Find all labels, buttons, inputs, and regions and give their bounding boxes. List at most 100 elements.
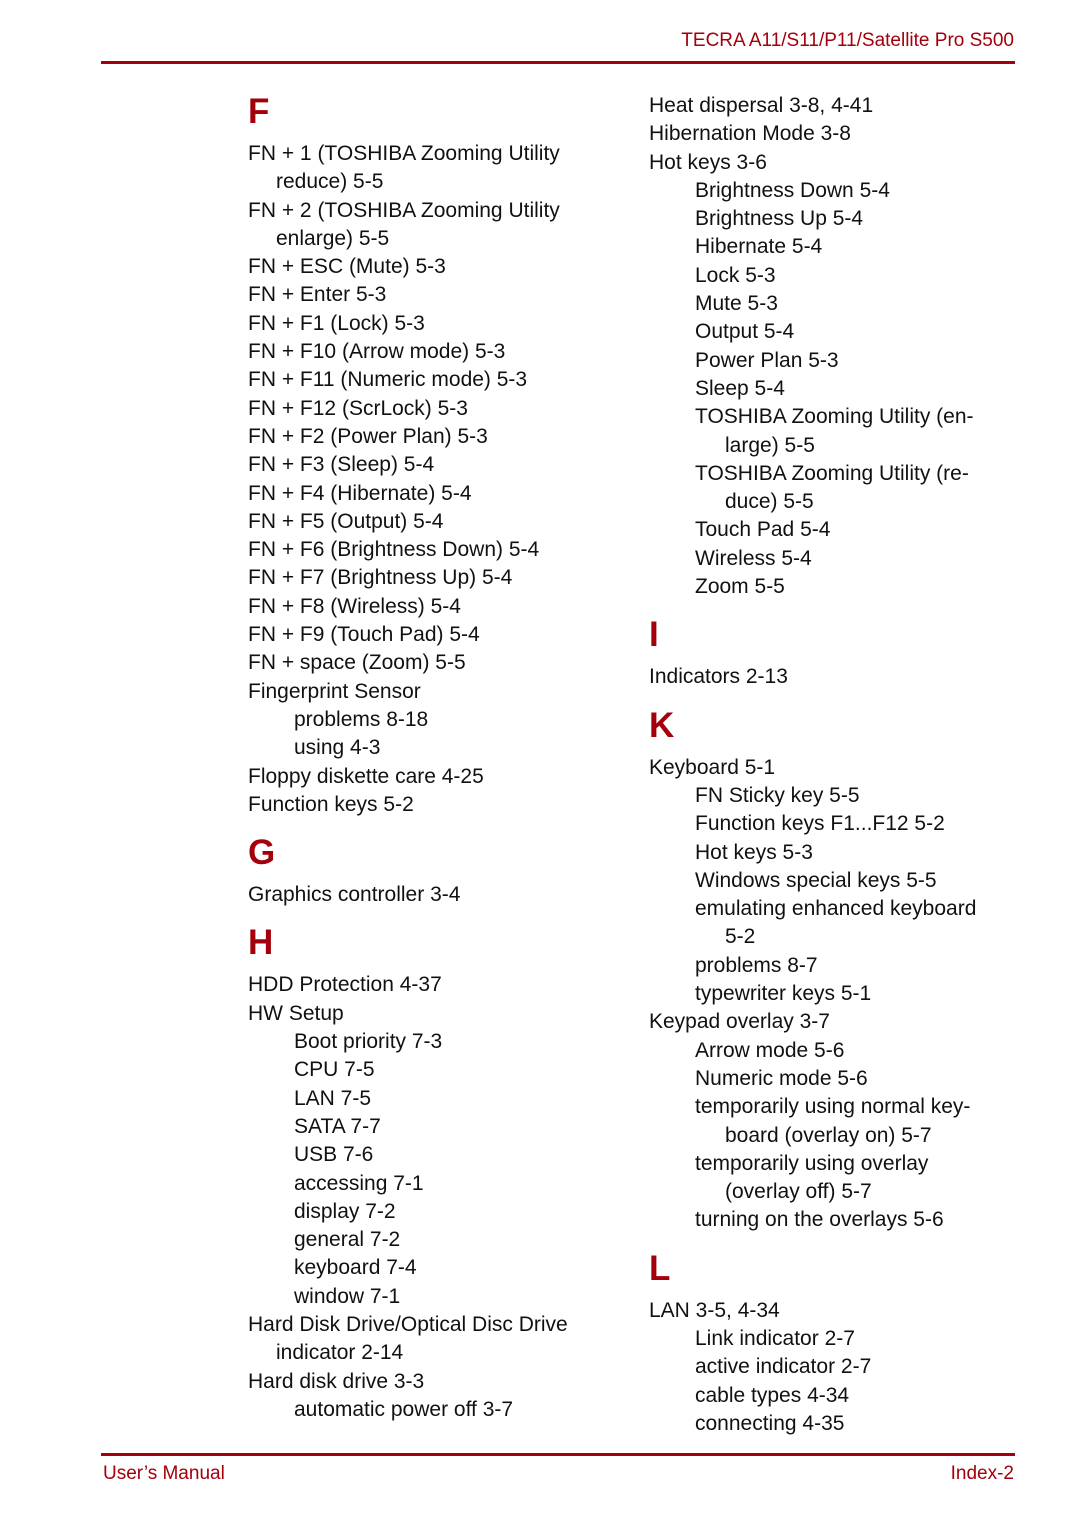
index-subentry: TOSHIBA Zooming Utility (re- xyxy=(695,461,969,485)
index-subentry: Hibernate 5-4 xyxy=(695,235,823,259)
page-number: Index-2 xyxy=(950,1463,1014,1484)
letter-spacer xyxy=(649,655,1029,663)
index-subentry: FN Sticky key 5-5 xyxy=(695,783,860,807)
index-subentry: window 7-1 xyxy=(294,1284,401,1308)
index-subentry: typewriter keys 5-1 xyxy=(695,982,872,1006)
index-entry: FN + F5 (Output) 5-4 xyxy=(248,509,444,533)
index-subentry: Wireless 5-4 xyxy=(695,546,812,570)
letter-spacer xyxy=(649,746,1029,754)
index-subentry: Windows special keys 5-5 xyxy=(695,868,937,892)
index-subentry: Numeric mode 5-6 xyxy=(695,1066,868,1090)
index-subentry: Brightness Up 5-4 xyxy=(695,207,864,231)
index-entry: indicator 2-14 xyxy=(276,1341,404,1365)
section-letter: H xyxy=(248,923,274,963)
index-entry: FN + F10 (Arrow mode) 5-3 xyxy=(248,340,506,364)
index-subentry: (overlay off) 5-7 xyxy=(725,1180,872,1204)
index-subentry: Zoom 5-5 xyxy=(695,575,785,599)
index-subentry: display 7-2 xyxy=(294,1199,396,1223)
index-subentry: Touch Pad 5-4 xyxy=(695,518,831,542)
index-entry: reduce) 5-5 xyxy=(276,170,384,194)
index-subentry: CPU 7-5 xyxy=(294,1058,375,1082)
index-subentry: large) 5-5 xyxy=(725,433,815,457)
index-subentry: LAN 7-5 xyxy=(294,1086,372,1110)
index-subentry: Sleep 5-4 xyxy=(695,376,785,400)
index-entry: Keypad overlay 3-7 xyxy=(649,1010,830,1034)
index-subentry: board (overlay on) 5-7 xyxy=(725,1123,932,1147)
index-entry: FN + F7 (Brightness Up) 5-4 xyxy=(248,566,513,590)
letter-spacer xyxy=(649,1289,1029,1297)
index-entry: FN + F2 (Power Plan) 5-3 xyxy=(248,424,488,448)
footer-rule xyxy=(101,1453,1015,1456)
index-subentry: Brightness Down 5-4 xyxy=(695,178,890,202)
index-entry: Hard Disk Drive/Optical Disc Drive xyxy=(248,1312,568,1336)
index-entry: FN + space (Zoom) 5-5 xyxy=(248,651,466,675)
index-entry: Floppy diskette care 4-25 xyxy=(248,764,484,788)
section-letter: L xyxy=(649,1248,671,1288)
index-subentry: Output 5-4 xyxy=(695,320,795,344)
index-entry: Function keys 5-2 xyxy=(248,792,414,816)
index-subentry: Mute 5-3 xyxy=(695,292,778,316)
index-entry: FN + F6 (Brightness Down) 5-4 xyxy=(248,538,540,562)
footer-manual-label: User’s Manual xyxy=(103,1463,225,1484)
index-entry: HW Setup xyxy=(248,1001,344,1025)
letter-spacer xyxy=(248,963,618,971)
index-entry: FN + F8 (Wireless) 5-4 xyxy=(248,594,461,618)
index-subentry: duce) 5-5 xyxy=(725,490,814,514)
index-subentry: TOSHIBA Zooming Utility (en- xyxy=(695,405,974,429)
index-subentry: 5-2 xyxy=(725,925,756,949)
index-subentry: connecting 4-35 xyxy=(695,1411,845,1435)
index-entry: FN + F4 (Hibernate) 5-4 xyxy=(248,481,472,505)
index-entry: enlarge) 5-5 xyxy=(276,226,390,250)
index-entry: HDD Protection 4-37 xyxy=(248,973,442,997)
index-subentry: Boot priority 7-3 xyxy=(294,1030,443,1054)
index-entry: Fingerprint Sensor xyxy=(248,679,421,703)
index-entry: FN + F9 (Touch Pad) 5-4 xyxy=(248,623,480,647)
section-letter: G xyxy=(248,833,276,873)
index-entry: Hard disk drive 3-3 xyxy=(248,1369,425,1393)
index-subentry: cable types 4-34 xyxy=(695,1383,850,1407)
index-entry: Keyboard 5-1 xyxy=(649,755,776,779)
index-entry: FN + ESC (Mute) 5-3 xyxy=(248,255,446,279)
index-subentry: temporarily using overlay xyxy=(695,1151,929,1175)
index-entry: LAN 3-5, 4-34 xyxy=(649,1298,780,1322)
index-subentry: problems 8-18 xyxy=(294,707,429,731)
index-subentry: problems 8-7 xyxy=(695,953,818,977)
index-entry: FN + 1 (TOSHIBA Zooming Utility xyxy=(248,142,560,165)
index-subentry: Lock 5-3 xyxy=(695,263,776,287)
section-letter: F xyxy=(248,92,270,131)
index-subentry: SATA 7-7 xyxy=(294,1114,381,1138)
index-entry: FN + F3 (Sleep) 5-4 xyxy=(248,453,435,477)
index-subentry: USB 7-6 xyxy=(294,1143,374,1167)
index-entry: FN + Enter 5-3 xyxy=(248,283,387,307)
index-subentry: Power Plan 5-3 xyxy=(695,348,839,372)
index-entry: Graphics controller 3-4 xyxy=(248,883,461,907)
index-entry: Hot keys 3-6 xyxy=(649,150,767,174)
index-column-right: Heat dispersal 3-8, 4-41 Hibernation Mode… xyxy=(649,92,1029,1438)
header-rule xyxy=(101,61,1015,64)
index-subentry: turning on the overlays 5-6 xyxy=(695,1208,944,1232)
index-subentry: accessing 7-1 xyxy=(294,1171,424,1195)
index-subentry: active indicator 2-7 xyxy=(695,1355,872,1379)
section-letter: K xyxy=(649,705,675,745)
index-subentry: general 7-2 xyxy=(294,1228,401,1252)
index-entry: FN + F1 (Lock) 5-3 xyxy=(248,311,425,335)
index-subentry: temporarily using normal key- xyxy=(695,1095,971,1119)
index-subentry: Function keys F1...F12 5-2 xyxy=(695,812,945,836)
index-column-left: F FN + 1 (TOSHIBA Zooming Utility reduce) … xyxy=(248,92,618,1424)
index-entry: FN + F12 (ScrLock) 5-3 xyxy=(248,396,468,420)
index-entry: FN + F11 (Numeric mode) 5-3 xyxy=(248,368,528,392)
index-subentry: keyboard 7-4 xyxy=(294,1256,417,1280)
index-subentry: using 4-3 xyxy=(294,736,381,760)
index-subentry: Hot keys 5-3 xyxy=(695,840,813,864)
index-entry: Indicators 2-13 xyxy=(649,665,788,689)
index-entry: FN + 2 (TOSHIBA Zooming Utility xyxy=(248,198,560,222)
index-entry: Heat dispersal 3-8, 4-41 xyxy=(649,94,874,117)
letter-spacer xyxy=(248,132,618,140)
section-letter: I xyxy=(649,615,659,655)
index-subentry: automatic power off 3-7 xyxy=(294,1397,514,1421)
index-subentry: Link indicator 2-7 xyxy=(695,1326,855,1350)
